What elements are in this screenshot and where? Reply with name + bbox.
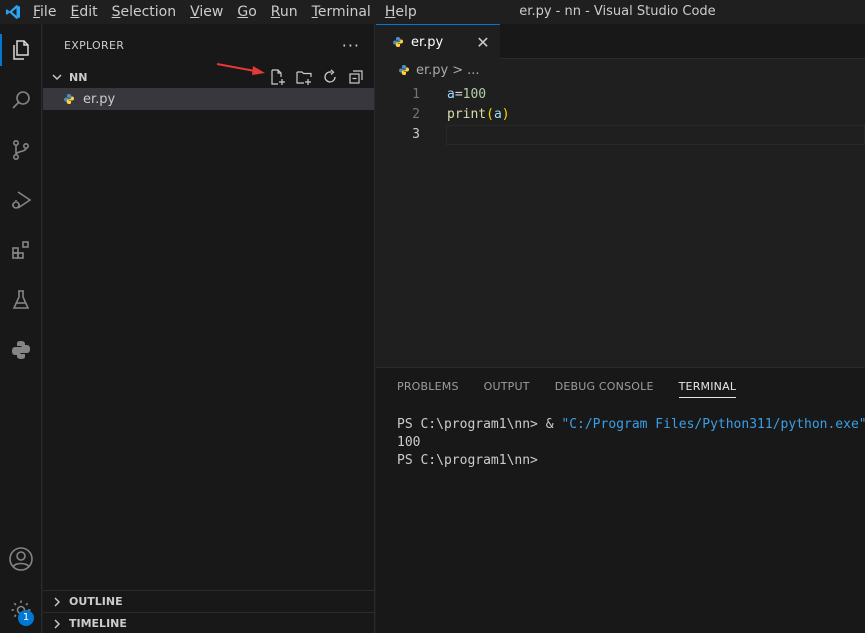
python-icon[interactable] <box>0 330 42 370</box>
menu-selection[interactable]: Selection <box>105 0 184 24</box>
breadcrumb-file[interactable]: er.py <box>416 63 448 78</box>
line-number: 1 <box>412 87 420 102</box>
file-row-er-py[interactable]: er.py <box>43 88 374 110</box>
settings-badge: 1 <box>18 610 34 626</box>
chevron-right-icon <box>49 594 65 610</box>
folder-header-nn[interactable]: NN <box>43 66 374 88</box>
folder-name: NN <box>69 70 88 84</box>
python-file-icon <box>396 62 412 78</box>
tab-problems[interactable]: PROBLEMS <box>397 368 459 406</box>
line-number: 2 <box>412 107 420 122</box>
menu-view[interactable]: View <box>183 0 230 24</box>
code-line: 2 print(a) <box>376 105 865 125</box>
new-file-icon[interactable] <box>268 67 288 87</box>
timeline-section[interactable]: TIMELINE <box>43 612 374 633</box>
activity-bar: 1 <box>0 24 42 633</box>
more-actions-button[interactable]: ··· <box>342 36 360 55</box>
terminal-prompt: PS C:\program1\nn> & <box>397 417 562 432</box>
close-icon[interactable]: ✕ <box>474 33 492 52</box>
outline-section[interactable]: OUTLINE <box>43 590 374 612</box>
source-control-icon[interactable] <box>0 130 42 170</box>
title-bar: File Edit Selection View Go Run Terminal… <box>0 0 865 24</box>
extensions-icon[interactable] <box>0 230 42 270</box>
current-line-highlight <box>446 125 865 145</box>
panel-tabs: PROBLEMS OUTPUT DEBUG CONSOLE TERMINAL <box>376 368 865 406</box>
menu-terminal[interactable]: Terminal <box>305 0 378 24</box>
explorer-icon[interactable] <box>0 30 42 70</box>
file-name: er.py <box>83 91 116 107</box>
annotation-arrow-icon <box>216 63 265 75</box>
settings-gear-icon[interactable]: 1 <box>0 590 42 630</box>
terminal-line: 100 <box>397 435 421 450</box>
collapse-all-icon[interactable] <box>346 67 366 87</box>
folder-actions <box>268 66 366 88</box>
chevron-right-icon <box>49 616 65 632</box>
chevron-down-icon <box>49 69 65 85</box>
editor-area: er.py ✕ er.py > ... 1 a=100 2 print(a) 3 <box>376 24 865 367</box>
outline-label: OUTLINE <box>69 595 123 608</box>
terminal-python-path: "C:/Program Files/Python311/python.exe" <box>561 417 865 432</box>
tab-label: er.py <box>411 34 444 50</box>
tab-debug-console[interactable]: DEBUG CONSOLE <box>555 368 654 406</box>
editor-tab-bar: er.py ✕ <box>376 24 865 59</box>
menu-help[interactable]: Help <box>378 0 424 24</box>
terminal-output[interactable]: PS C:\program1\nn> & "C:/Program Files/P… <box>397 416 865 470</box>
explorer-sidebar: EXPLORER ··· NN er.py OUTLINE TIMELINE <box>43 24 375 633</box>
vscode-logo-icon <box>0 0 26 24</box>
python-file-icon <box>390 34 406 50</box>
menu-go[interactable]: Go <box>230 0 263 24</box>
explorer-header: EXPLORER ··· <box>43 24 374 66</box>
menu-run[interactable]: Run <box>264 0 305 24</box>
line-number: 3 <box>412 127 420 142</box>
search-icon[interactable] <box>0 80 42 120</box>
menu-file[interactable]: File <box>26 0 63 24</box>
run-debug-icon[interactable] <box>0 180 42 220</box>
menu-edit[interactable]: Edit <box>63 0 104 24</box>
new-folder-icon[interactable] <box>294 67 314 87</box>
python-file-icon <box>61 91 77 107</box>
terminal-line: PS C:\program1\nn> <box>397 453 538 468</box>
breadcrumb: er.py > ... <box>376 59 865 81</box>
testing-icon[interactable] <box>0 280 42 320</box>
code-editor[interactable]: 1 a=100 2 print(a) 3 <box>376 85 865 145</box>
code-line: 1 a=100 <box>376 85 865 105</box>
code-text: a=100 <box>447 87 487 102</box>
refresh-icon[interactable] <box>320 67 340 87</box>
explorer-title: EXPLORER <box>64 38 125 52</box>
tab-terminal[interactable]: TERMINAL <box>678 368 737 406</box>
tab-er-py[interactable]: er.py ✕ <box>376 24 500 59</box>
tab-output[interactable]: OUTPUT <box>484 368 530 406</box>
breadcrumb-symbols[interactable]: ... <box>467 63 479 78</box>
menu-bar: File Edit Selection View Go Run Terminal… <box>26 0 424 24</box>
bottom-panel: PROBLEMS OUTPUT DEBUG CONSOLE TERMINAL P… <box>376 367 865 633</box>
terminal-line: PS C:\program1\nn> & "C:/Program Files/P… <box>397 416 865 434</box>
account-icon[interactable] <box>0 539 42 579</box>
timeline-label: TIMELINE <box>69 617 127 630</box>
code-text: print(a) <box>447 107 510 122</box>
code-line-current: 3 <box>376 125 865 145</box>
breadcrumb-separator: > <box>452 62 464 78</box>
